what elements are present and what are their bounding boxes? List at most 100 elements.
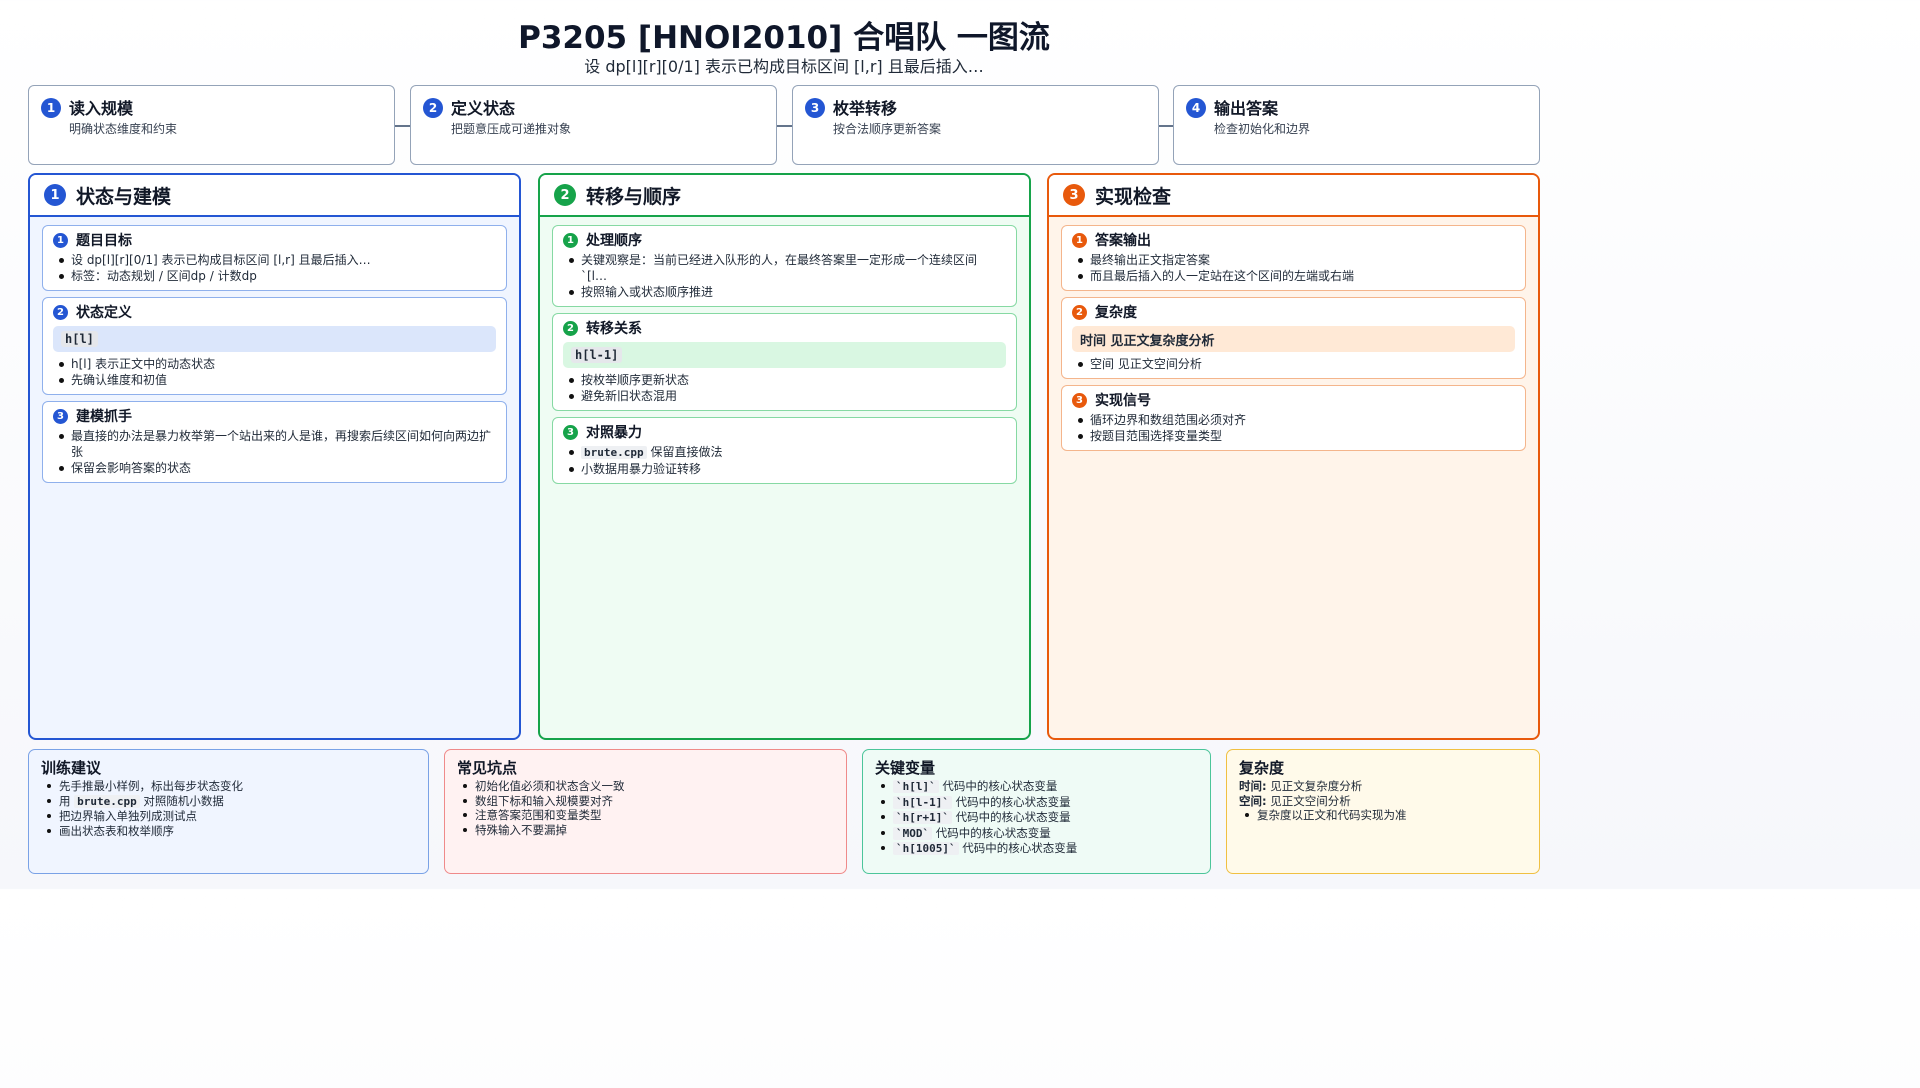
step-title: 枚举转移 xyxy=(833,99,898,118)
var-desc: 代码中的核心状态变量 xyxy=(955,794,1071,809)
panel-title: 关键变量 xyxy=(875,759,936,777)
panel-item: 先手推最小样例，标出每步状态变化 xyxy=(41,779,416,794)
space-row: 空间: 见正文空间分析 xyxy=(1239,794,1527,809)
card-title: 处理顺序 xyxy=(586,233,642,249)
step-desc: 把题意压成可递推对象 xyxy=(451,122,572,136)
card-item-text: 保留直接做法 xyxy=(650,445,723,459)
column-header: 2 转移与顺序 xyxy=(540,175,1029,217)
card-title: 实现信号 xyxy=(1095,393,1151,409)
code-snippet: h[l] xyxy=(61,331,98,347)
panel-key-vars: 关键变量 `h[l]` 代码中的核心状态变量 `h[l-1]` 代码中的核心状态… xyxy=(862,749,1211,874)
page-title: P3205 [HNOI2010] 合唱队 一图流 xyxy=(518,20,1050,56)
column-transition: 2 转移与顺序 1 处理顺序 关键观察是：当前已经进入队形的人，在最终答案里一定形… xyxy=(538,173,1031,740)
panel-item: 初始化值必须和状态含义一致 xyxy=(457,779,834,794)
step-title: 输出答案 xyxy=(1214,99,1279,118)
var-desc: 代码中的核心状态变量 xyxy=(955,810,1071,824)
step-card-4: 4 输出答案 检查初始化和边界 xyxy=(1173,85,1540,165)
column-modeling: 1 状态与建模 1 题目目标 设 dp[l][r][0/1] 表示已构成目标区间 … xyxy=(28,173,521,740)
card-number: 3 xyxy=(53,408,68,424)
card-transition: 2 转移关系 h[l-1] 按枚举顺序更新状态 避免新旧状态混用 xyxy=(552,313,1017,411)
card-item: 保留会影响答案的状态 xyxy=(53,460,496,476)
card-number: 2 xyxy=(563,320,578,336)
card-number: 1 xyxy=(1072,232,1087,248)
card-brute: 3 对照暴力 brute.cpp 保留直接做法 小数据用暴力验证转移 xyxy=(552,417,1017,484)
panel-item-text: 用 xyxy=(59,793,71,808)
card-title: 转移关系 xyxy=(586,321,642,337)
code-band: h[l-1] xyxy=(563,342,1006,368)
step-card-3: 3 枚举转移 按合法顺序更新答案 xyxy=(792,85,1159,165)
card-number: 1 xyxy=(53,232,68,248)
card-number: 1 xyxy=(563,232,578,248)
card-item: 按枚举顺序更新状态 xyxy=(563,372,1006,388)
card-item: brute.cpp 保留直接做法 xyxy=(563,444,1006,461)
code-inline: brute.cpp xyxy=(581,446,647,459)
panel-pitfalls: 常见坑点 初始化值必须和状态含义一致 数组下标和输入规模要对齐 注意答案范围和变… xyxy=(444,749,847,874)
panel-training: 训练建议 先手推最小样例，标出每步状态变化 用 brute.cpp 对照随机小数… xyxy=(28,749,429,874)
card-item: 空间 见正文空间分析 xyxy=(1072,356,1515,372)
card-complexity: 2 复杂度 时间 见正文复杂度分析 空间 见正文空间分析 xyxy=(1061,297,1526,379)
var-desc: 代码中的核心状态变量 xyxy=(942,779,1058,793)
panel-item: `MOD` 代码中的核心状态变量 xyxy=(875,826,1198,842)
step-number: 3 xyxy=(805,98,825,118)
code-snippet: h[l-1] xyxy=(571,347,623,363)
panel-item: `h[1005]` 代码中的核心状态变量 xyxy=(875,841,1198,857)
panel-title: 常见坑点 xyxy=(457,759,518,777)
step-card-2: 2 定义状态 把题意压成可递推对象 xyxy=(410,85,777,165)
var-code: `h[1005]` xyxy=(893,842,959,855)
card-modeling-key: 3 建模抓手 最直接的办法是暴力枚举第一个站出来的人是谁，再搜索后续区间如何向两边… xyxy=(42,401,507,483)
step-desc: 按合法顺序更新答案 xyxy=(833,122,942,136)
time-value: 见正文复杂度分析 xyxy=(1270,779,1363,793)
panel-item: `h[l-1]` 代码中的核心状态变量 xyxy=(875,795,1198,811)
card-title: 状态定义 xyxy=(76,305,132,321)
card-item: 循环边界和数组范围必须对齐 xyxy=(1072,412,1515,428)
card-item: 避免新旧状态混用 xyxy=(563,388,1006,404)
card-title: 题目目标 xyxy=(76,233,132,249)
panel-item: 复杂度以正文和代码实现为准 xyxy=(1239,808,1527,823)
card-goal: 1 题目目标 设 dp[l][r][0/1] 表示已构成目标区间 [l,r] 且最… xyxy=(42,225,507,291)
panel-item: 把边界输入单独列成测试点 xyxy=(41,809,416,824)
var-code: `h[l]` xyxy=(893,780,939,793)
panel-complexity: 复杂度 时间: 见正文复杂度分析 空间: 见正文空间分析 复杂度以正文和代码实现… xyxy=(1226,749,1540,874)
card-number: 2 xyxy=(53,304,68,320)
step-number: 1 xyxy=(41,98,61,118)
panel-item: 数组下标和输入规模要对齐 xyxy=(457,794,834,809)
column-header: 1 状态与建模 xyxy=(30,175,519,217)
step-title: 读入规模 xyxy=(69,99,134,118)
panel-title: 复杂度 xyxy=(1239,759,1285,777)
step-number: 2 xyxy=(423,98,443,118)
highlight-band: 时间 见正文复杂度分析 xyxy=(1072,326,1515,352)
var-desc: 代码中的核心状态变量 xyxy=(962,841,1078,855)
column-number: 1 xyxy=(44,184,66,206)
card-item: 标签：动态规划 / 区间dp / 计数dp xyxy=(53,268,496,284)
var-code: `h[l-1]` xyxy=(893,795,952,809)
card-item: 最终输出正文指定答案 xyxy=(1072,252,1515,268)
card-signals: 3 实现信号 循环边界和数组范围必须对齐 按题目范围选择变量类型 xyxy=(1061,385,1526,451)
panel-item: 特殊输入不要漏掉 xyxy=(457,823,834,838)
card-number: 3 xyxy=(563,424,578,440)
card-item: 先确认维度和初值 xyxy=(53,372,496,388)
card-item: 而且最后插入的人一定站在这个区间的左端或右端 xyxy=(1072,268,1515,284)
code-inline: brute.cpp xyxy=(74,794,140,808)
step-number: 4 xyxy=(1186,98,1206,118)
var-desc: 代码中的核心状态变量 xyxy=(935,825,1051,840)
card-item: 设 dp[l][r][0/1] 表示已构成目标区间 [l,r] 且最后插入… xyxy=(53,252,496,268)
page-subtitle: 设 dp[l][r][0/1] 表示已构成目标区间 [l,r] 且最后插入… xyxy=(584,57,984,76)
step-title: 定义状态 xyxy=(451,99,516,118)
panel-item: `h[l]` 代码中的核心状态变量 xyxy=(875,779,1198,795)
card-item: 按题目范围选择变量类型 xyxy=(1072,428,1515,444)
column-number: 2 xyxy=(554,184,576,206)
column-title: 转移与顺序 xyxy=(586,185,682,208)
card-title: 建模抓手 xyxy=(76,409,132,425)
panel-title: 训练建议 xyxy=(41,759,102,777)
step-desc: 明确状态维度和约束 xyxy=(69,122,178,136)
panel-item-text: 对照随机小数据 xyxy=(143,793,224,808)
time-label: 时间: xyxy=(1239,779,1267,793)
step-desc: 检查初始化和边界 xyxy=(1214,122,1311,136)
panel-item: 画出状态表和枚举顺序 xyxy=(41,824,416,839)
card-item: h[l] 表示正文中的动态状态 xyxy=(53,356,496,372)
card-order: 1 处理顺序 关键观察是：当前已经进入队形的人，在最终答案里一定形成一个连续区间 … xyxy=(552,225,1017,307)
card-title: 对照暴力 xyxy=(586,425,642,441)
column-implementation: 3 实现检查 1 答案输出 最终输出正文指定答案 而且最后插入的人一定站在这个区间… xyxy=(1047,173,1540,740)
card-state-def: 2 状态定义 h[l] h[l] 表示正文中的动态状态 先确认维度和初值 xyxy=(42,297,507,395)
card-number: 2 xyxy=(1072,304,1087,320)
